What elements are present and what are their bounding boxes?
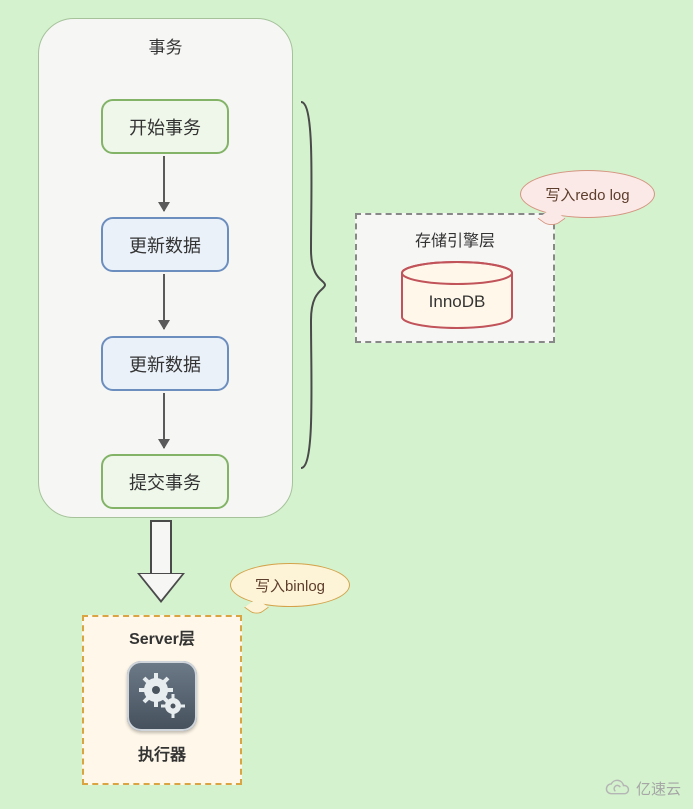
watermark-text: 亿速云 <box>636 778 681 799</box>
storage-engine-title: 存储引擎层 <box>357 227 553 251</box>
cloud-icon <box>604 777 630 799</box>
arrow-down-icon <box>163 274 165 329</box>
arrow-down-icon <box>163 393 165 448</box>
bubble-binlog-text: 写入binlog <box>255 575 325 596</box>
step-update-data-2: 更新数据 <box>101 336 229 391</box>
bubble-redo-text: 写入redo log <box>545 184 629 205</box>
server-layer-container: Server层 <box>82 615 242 785</box>
database-cylinder-icon: InnoDB <box>397 261 517 329</box>
transaction-container: 事务 开始事务 更新数据 更新数据 提交事务 <box>38 18 293 518</box>
speech-bubble-redo-log: 写入redo log <box>520 170 655 218</box>
executor-label: 执行器 <box>84 741 240 765</box>
engine-name: InnoDB <box>429 292 486 311</box>
arrow-down-icon <box>163 156 165 211</box>
big-arrow-down-icon <box>143 520 178 605</box>
speech-bubble-binlog: 写入binlog <box>230 563 350 607</box>
curly-brace-icon <box>299 100 327 470</box>
step-update-data-1: 更新数据 <box>101 217 229 272</box>
watermark: 亿速云 <box>604 777 681 799</box>
step-begin-transaction: 开始事务 <box>101 99 229 154</box>
transaction-title: 事务 <box>39 33 292 58</box>
step-commit-transaction: 提交事务 <box>101 454 229 509</box>
storage-engine-container: 存储引擎层 InnoDB <box>355 213 555 343</box>
gear-icon <box>127 661 197 731</box>
server-layer-title: Server层 <box>84 625 240 649</box>
